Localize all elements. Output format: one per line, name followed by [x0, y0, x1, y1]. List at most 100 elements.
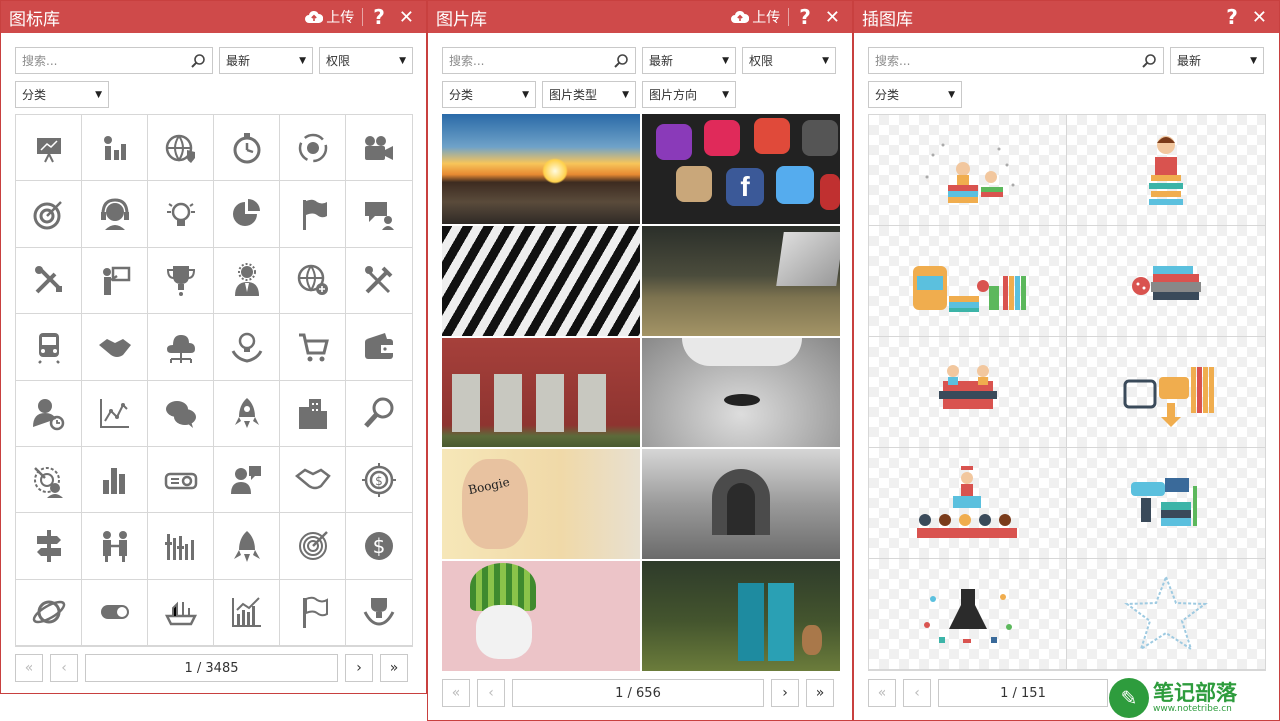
upload-button[interactable]: 上传 [731, 7, 780, 27]
science-lab-illustration[interactable] [1067, 448, 1265, 559]
shopping-cart-cell[interactable] [280, 314, 346, 381]
growth-chart-cell[interactable] [214, 579, 280, 646]
permission-dropdown[interactable]: 权限 ▼ [319, 47, 413, 74]
last-page-button[interactable]: » [380, 654, 408, 682]
equalizer-chart-cell[interactable] [148, 513, 214, 580]
reading-boy-illustration[interactable] [1067, 115, 1265, 226]
search-icon[interactable] [613, 53, 629, 69]
manager-gear-cell[interactable] [214, 247, 280, 315]
first-page-button[interactable]: « [868, 679, 896, 707]
books-stack-illustration[interactable] [1067, 226, 1265, 337]
idea-hand-cell[interactable] [214, 314, 280, 381]
first-page-button[interactable]: « [442, 679, 470, 707]
trophy-cell[interactable] [148, 247, 214, 315]
prev-page-button[interactable]: ‹ [477, 679, 505, 707]
reading-kids-illustration[interactable] [869, 115, 1067, 226]
study-group-illustration[interactable] [869, 337, 1067, 448]
gear-cycle-cell[interactable] [280, 115, 346, 182]
social-apps-photo[interactable]: f [642, 114, 840, 224]
mustache-man-photo[interactable] [642, 337, 840, 448]
library-shelf-illustration[interactable] [1067, 337, 1265, 448]
globe-add-cell[interactable] [280, 247, 346, 315]
planet-cell[interactable] [16, 579, 82, 646]
target-dollar-cell[interactable]: $ [346, 447, 412, 514]
boat-cell[interactable] [148, 579, 214, 646]
chat-bubbles-cell[interactable] [148, 380, 214, 447]
portable-toilets-photo[interactable] [642, 561, 840, 671]
rocket-outline-cell[interactable] [214, 513, 280, 580]
lightbulb-cell[interactable] [148, 181, 214, 248]
dartboard-cell[interactable] [280, 513, 346, 580]
orientation-dropdown[interactable]: 图片方向 ▼ [642, 81, 736, 108]
search-input[interactable]: 搜索... [868, 47, 1164, 74]
target-arrow-cell[interactable] [16, 181, 82, 248]
close-button[interactable]: ✕ [1252, 7, 1267, 28]
star-doodle-illustration[interactable] [1067, 559, 1265, 670]
category-dropdown[interactable]: 分类 ▼ [15, 81, 109, 108]
movie-camera-cell[interactable] [346, 115, 412, 182]
page-field[interactable]: 1 / 3485 [85, 654, 338, 682]
close-button[interactable]: ✕ [825, 7, 840, 28]
projector-cell[interactable] [148, 446, 214, 514]
first-page-button[interactable]: « [15, 654, 43, 682]
permission-dropdown[interactable]: 权限 ▼ [742, 47, 836, 74]
watermelon-face-photo[interactable] [442, 561, 640, 671]
search-input[interactable]: 搜索... [15, 47, 213, 74]
wallet-cell[interactable] [346, 314, 412, 381]
next-page-button[interactable]: › [771, 679, 799, 707]
train-cell[interactable] [16, 314, 82, 381]
close-button[interactable]: ✕ [399, 7, 414, 28]
sunset-road-photo[interactable] [442, 114, 640, 224]
help-button[interactable]: ? [1226, 5, 1238, 29]
handshake-cell[interactable] [82, 314, 148, 381]
category-dropdown[interactable]: 分类 ▼ [442, 81, 536, 108]
sort-dropdown[interactable]: 最新 ▼ [642, 47, 736, 74]
sort-dropdown[interactable]: 最新 ▼ [219, 47, 313, 74]
prev-page-button[interactable]: ‹ [903, 679, 931, 707]
boogie-face-photo[interactable]: Boogie [442, 449, 640, 560]
cloud-network-cell[interactable] [148, 314, 214, 381]
sort-dropdown[interactable]: 最新 ▼ [1170, 47, 1264, 74]
support-headset-cell[interactable] [82, 181, 148, 248]
upload-button[interactable]: 上传 [305, 7, 354, 27]
arched-corridor-photo[interactable] [642, 449, 840, 560]
flag-outline-cell[interactable] [280, 579, 346, 646]
red-wall-doors-photo[interactable] [442, 337, 640, 448]
flag-cell[interactable] [280, 181, 346, 248]
tools-cell[interactable] [16, 247, 82, 315]
help-button[interactable]: ? [373, 5, 385, 29]
line-chart-cell[interactable] [82, 380, 148, 447]
presentation-board-cell[interactable] [16, 115, 82, 182]
prev-page-button[interactable]: ‹ [50, 654, 78, 682]
category-dropdown[interactable]: 分类 ▼ [868, 81, 962, 108]
dollar-circle-cell[interactable]: $ [346, 513, 412, 580]
user-speech-cell[interactable] [214, 446, 280, 514]
laptop-desk-photo[interactable] [642, 225, 840, 336]
help-button[interactable]: ? [799, 5, 811, 29]
search-icon[interactable] [1141, 53, 1157, 69]
trophy-hands-cell[interactable] [346, 580, 412, 646]
page-field[interactable]: 1 / 656 [512, 679, 764, 707]
chat-user-cell[interactable] [346, 181, 412, 248]
zebra-photo[interactable] [442, 225, 640, 336]
page-field[interactable]: 1 / 151 [938, 679, 1108, 707]
chemistry-icons-illustration[interactable] [869, 559, 1067, 670]
school-supplies-illustration[interactable] [869, 226, 1067, 337]
bar-chart-cell[interactable] [82, 446, 148, 514]
target-user-cell[interactable] [16, 446, 82, 514]
signpost-cell[interactable] [16, 513, 82, 580]
user-clock-cell[interactable] [16, 380, 82, 447]
wrench-screwdriver-cell[interactable] [346, 248, 412, 315]
image-type-dropdown[interactable]: 图片类型 ▼ [542, 81, 636, 108]
rocket-cell[interactable] [214, 380, 280, 447]
search-input[interactable]: 搜索... [442, 47, 636, 74]
last-page-button[interactable]: » [806, 679, 834, 707]
presenter-cell[interactable] [82, 247, 148, 315]
graduation-lecture-illustration[interactable] [869, 448, 1067, 559]
stopwatch-cell[interactable] [214, 115, 280, 182]
globe-shield-cell[interactable] [148, 115, 214, 182]
toggle-cell[interactable] [82, 579, 148, 646]
two-people-cell[interactable] [82, 513, 148, 580]
magnifier-cell[interactable] [346, 381, 412, 447]
handshake-outline-cell[interactable] [280, 446, 346, 514]
